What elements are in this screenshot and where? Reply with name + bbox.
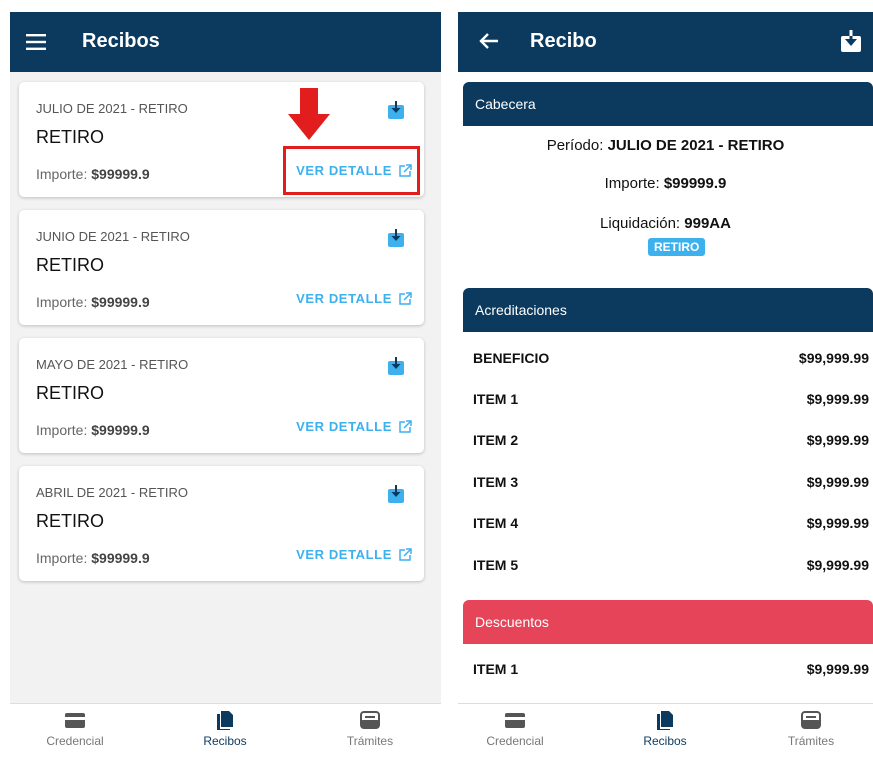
receipt-amount: Importe: $99999.9 [36, 294, 150, 310]
card-icon [65, 713, 85, 728]
recibos-screen: Recibos JULIO DE 2021 - RETIRO RETIRO Im… [10, 12, 441, 760]
nav-recibos[interactable]: Recibos [610, 710, 720, 748]
receipt-title: RETIRO [36, 127, 105, 147]
nav-label: Trámites [787, 734, 835, 748]
external-link-icon [399, 291, 412, 305]
receipt-amount: Importe: $99999.9 [36, 422, 150, 438]
back-arrow-icon[interactable] [478, 30, 500, 52]
acreditacion-row: ITEM 4 $9,999.99 [473, 515, 869, 531]
acreditaciones-header: Acreditaciones [463, 288, 873, 332]
documents-icon [657, 711, 673, 730]
nav-tramites[interactable]: Trámites [315, 710, 425, 748]
page-title: Recibos [82, 30, 160, 52]
nav-label: Recibos [643, 734, 687, 748]
nav-label: Recibos [203, 734, 247, 748]
download-icon[interactable] [388, 357, 404, 375]
bottom-nav: Credencial Recibos Trámites [10, 703, 441, 760]
nav-label: Credencial [46, 734, 104, 748]
bottom-nav: Credencial Recibos Trámites [458, 703, 873, 760]
ver-detalle-button[interactable]: VER DETALLE [296, 291, 412, 306]
red-arrow-down-icon [288, 88, 330, 140]
nav-label: Trámites [346, 734, 394, 748]
external-link-icon [399, 419, 412, 433]
inbox-icon [360, 711, 380, 729]
recibo-detail-screen: Recibo Cabecera Período: JULIO DE 2021 -… [458, 12, 873, 760]
app-bar: Recibos [10, 12, 441, 72]
nav-tramites[interactable]: Trámites [756, 710, 866, 748]
download-icon[interactable] [388, 101, 404, 119]
external-link-icon [399, 547, 412, 561]
receipt-card: ABRIL DE 2021 - RETIRO RETIRO Importe: $… [19, 466, 424, 581]
ver-detalle-button[interactable]: VER DETALLE [296, 419, 412, 434]
receipt-title: RETIRO [36, 511, 105, 531]
receipt-amount: Importe: $99999.9 [36, 550, 150, 566]
acreditacion-row: BENEFICIO $99,999.99 [473, 350, 869, 366]
page-title: Recibo [530, 30, 597, 52]
receipt-amount: Importe: $99999.9 [36, 166, 150, 182]
download-icon[interactable] [841, 30, 861, 52]
app-bar: Recibo [458, 12, 873, 72]
status-badge: RETIRO [648, 238, 706, 256]
importe-line: Importe: $99999.9 [604, 175, 727, 192]
inbox-icon [801, 711, 821, 729]
nav-recibos[interactable]: Recibos [170, 710, 280, 748]
receipt-period: JUNIO DE 2021 - RETIRO [36, 229, 190, 244]
card-icon [505, 713, 525, 728]
download-icon[interactable] [388, 229, 404, 247]
highlight-box [283, 146, 420, 195]
download-icon[interactable] [388, 485, 404, 503]
acreditacion-row: ITEM 5 $9,999.99 [473, 557, 869, 573]
acreditacion-row: ITEM 2 $9,999.99 [473, 432, 869, 448]
nav-label: Credencial [486, 734, 544, 748]
receipt-card: MAYO DE 2021 - RETIRO RETIRO Importe: $9… [19, 338, 424, 453]
receipt-period: ABRIL DE 2021 - RETIRO [36, 485, 188, 500]
descuentos-header: Descuentos [463, 600, 873, 644]
receipt-period: JULIO DE 2021 - RETIRO [36, 101, 188, 116]
descuento-row: ITEM 1 $9,999.99 [473, 661, 869, 677]
periodo-line: Período: JULIO DE 2021 - RETIRO [546, 137, 785, 154]
receipt-card: JUNIO DE 2021 - RETIRO RETIRO Importe: $… [19, 210, 424, 325]
cabecera-header: Cabecera [463, 82, 873, 126]
receipt-period: MAYO DE 2021 - RETIRO [36, 357, 189, 372]
acreditacion-row: ITEM 3 $9,999.99 [473, 474, 869, 490]
ver-detalle-button[interactable]: VER DETALLE [296, 547, 412, 562]
documents-icon [217, 711, 233, 730]
receipt-title: RETIRO [36, 255, 105, 275]
menu-icon[interactable] [26, 34, 46, 50]
nav-credencial[interactable]: Credencial [20, 710, 130, 748]
acreditacion-row: ITEM 1 $9,999.99 [473, 391, 869, 407]
receipt-title: RETIRO [36, 383, 105, 403]
liquidacion-line: Liquidación: 999AA [600, 215, 731, 232]
nav-credencial[interactable]: Credencial [460, 710, 570, 748]
